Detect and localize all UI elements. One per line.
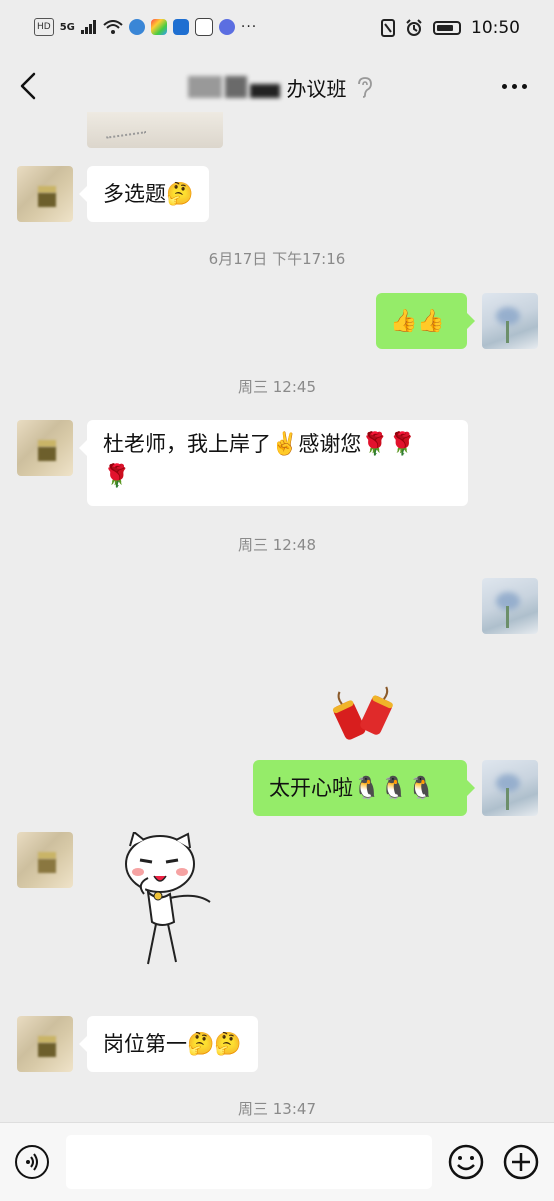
- penguin-emoji-icon: 🐧: [407, 776, 436, 801]
- message-bubble-outgoing[interactable]: 👍👍: [376, 293, 475, 349]
- app-notification-icon: [128, 19, 145, 35]
- avatar[interactable]: [482, 760, 538, 816]
- timestamp: 周三 12:48: [238, 536, 316, 554]
- back-button[interactable]: [12, 68, 48, 104]
- avatar[interactable]: [17, 832, 73, 888]
- firecracker-sticker[interactable]: [330, 684, 400, 744]
- penguin-emoji-icon: 🐧: [380, 776, 408, 801]
- app-notification-icon: [194, 18, 213, 36]
- message-text: 太开心啦: [269, 776, 353, 800]
- message-text: 感谢您: [298, 432, 362, 456]
- alarm-icon: [406, 19, 422, 36]
- message-line: 🌹: [103, 460, 452, 492]
- avatar[interactable]: [17, 420, 73, 476]
- chat-header: 办议班: [0, 60, 554, 112]
- more-button[interactable]: [494, 72, 534, 100]
- message-line: 杜老师，我上岸了✌️感谢您🌹🌹: [103, 428, 452, 460]
- nfc-icon: [381, 19, 395, 37]
- victory-hand-emoji-icon: ✌️: [271, 432, 299, 457]
- status-bar: HD 5G ··· 10:50: [0, 0, 554, 60]
- rose-emoji-icon: 🌹: [361, 432, 389, 457]
- status-right-icons: 10:50: [381, 18, 520, 38]
- signal-icon: [80, 20, 96, 34]
- redacted-title-part: [187, 76, 222, 98]
- emoji-icon: [448, 1144, 484, 1180]
- message-bubble-incoming[interactable]: 多选题🤔: [78, 166, 210, 222]
- status-left-icons: HD 5G ···: [34, 18, 257, 36]
- more-notifications-icon: ···: [240, 19, 258, 35]
- message-text: 杜老师，我上岸了: [103, 432, 271, 456]
- earpiece-mode-icon: [357, 77, 372, 98]
- thumbs-up-emoji-icon: 👍: [417, 309, 445, 334]
- plus-button[interactable]: [502, 1143, 540, 1181]
- plus-icon: [503, 1144, 539, 1180]
- message-text: 岗位第一: [103, 1032, 187, 1056]
- redacted-title-part: [249, 84, 280, 98]
- avatar[interactable]: [482, 293, 538, 349]
- rose-emoji-icon: 🌹: [103, 464, 131, 489]
- voice-button[interactable]: [15, 1145, 49, 1179]
- redacted-title-part: [224, 76, 247, 98]
- thinking-emoji-icon: 🤔: [187, 1032, 215, 1057]
- image-content: [103, 115, 147, 139]
- penguin-emoji-icon: 🐧: [353, 776, 381, 801]
- timestamp: 周三 13:47: [238, 1100, 316, 1118]
- message-bubble-incoming[interactable]: 杜老师，我上岸了✌️感谢您🌹🌹 🌹: [79, 420, 468, 506]
- cat-sticker[interactable]: [118, 832, 218, 972]
- music-app-icon: [218, 19, 235, 35]
- input-bar: [0, 1122, 554, 1201]
- timestamp: 6月17日 下午17:16: [208, 250, 346, 268]
- more-dots-icon: [521, 83, 527, 89]
- signal-5g-label: 5G: [59, 21, 75, 33]
- hd-badge: HD: [34, 18, 54, 36]
- chat-title-text: 办议班: [286, 76, 347, 101]
- message-bubble-incoming[interactable]: 岗位第一🤔🤔: [79, 1016, 258, 1072]
- avatar[interactable]: [17, 1016, 73, 1072]
- app-notification-icon: [150, 19, 167, 35]
- message-text: 多选题: [103, 182, 166, 206]
- more-dots-icon: [501, 83, 507, 89]
- rose-emoji-icon: 🌹: [388, 432, 417, 457]
- back-arrow-icon: [20, 72, 36, 100]
- more-dots-icon: [511, 83, 517, 89]
- image-message-partial[interactable]: [87, 112, 223, 148]
- avatar[interactable]: [482, 578, 538, 634]
- clock-time: 10:50: [471, 18, 520, 38]
- chat-title: 办议班: [150, 70, 410, 104]
- message-input[interactable]: [66, 1135, 432, 1189]
- voice-icon: [26, 1153, 38, 1171]
- app-notification-icon: [172, 19, 189, 35]
- battery-icon: [433, 21, 461, 35]
- message-list[interactable]: 多选题🤔 6月17日 下午17:16 👍👍 周三 12:45 杜老师，我上岸了✌…: [0, 112, 554, 1122]
- avatar[interactable]: [17, 166, 73, 222]
- message-bubble-outgoing[interactable]: 太开心啦🐧🐧🐧: [253, 760, 475, 816]
- wifi-icon: [103, 20, 123, 34]
- thinking-emoji-icon: 🤔: [214, 1032, 242, 1057]
- timestamp: 周三 12:45: [238, 378, 316, 396]
- thumbs-up-emoji-icon: 👍: [390, 309, 418, 334]
- emoji-button[interactable]: [447, 1143, 485, 1181]
- thinking-emoji-icon: 🤔: [166, 182, 194, 207]
